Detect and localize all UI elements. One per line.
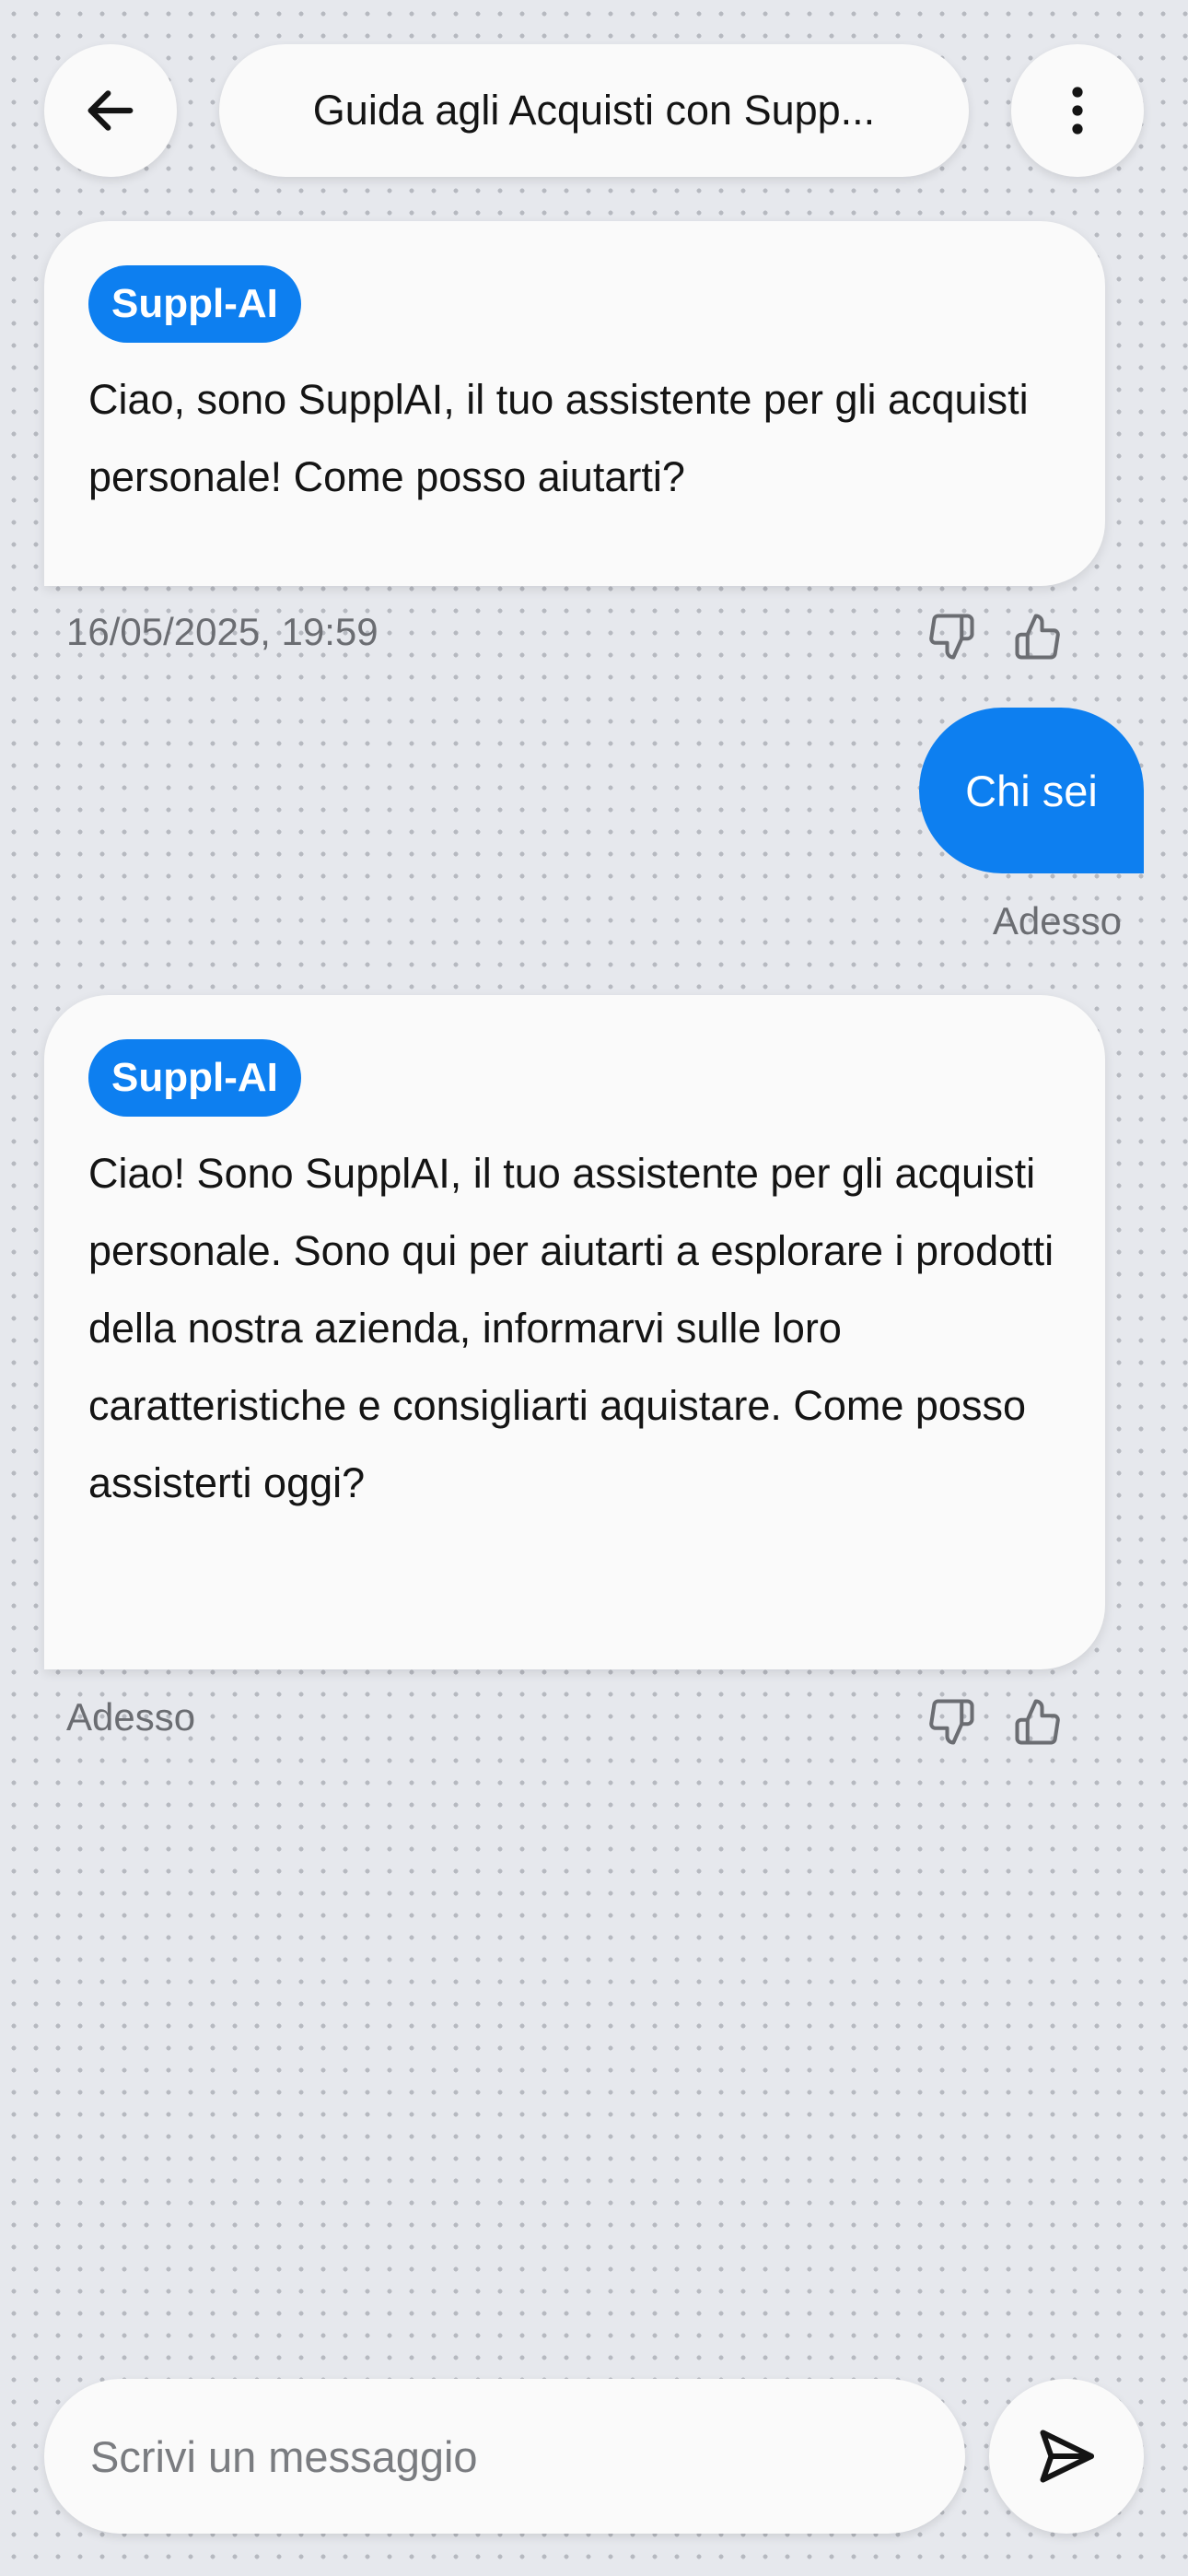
thumbs-down-icon[interactable]	[926, 1697, 976, 1747]
user-message: Chi sei	[919, 708, 1144, 873]
thumbs-down-icon[interactable]	[926, 612, 976, 662]
menu-button[interactable]	[1011, 44, 1144, 177]
bot-message: Suppl-AI Ciao! Sono SupplAI, il tuo assi…	[44, 995, 1105, 1669]
message-text: Ciao! Sono SupplAI, il tuo assistente pe…	[88, 1150, 1054, 1506]
chat-title-text: Guida agli Acquisti con Supp...	[312, 87, 876, 134]
message-timestamp: Adesso	[992, 899, 1122, 943]
sender-badge: Suppl-AI	[88, 265, 301, 343]
message-timestamp: Adesso	[66, 1695, 196, 1739]
message-text: Chi sei	[965, 766, 1098, 815]
message-input[interactable]	[88, 2430, 921, 2483]
thumbs-up-icon[interactable]	[1013, 1697, 1063, 1747]
more-vertical-icon	[1072, 87, 1083, 135]
chat-title[interactable]: Guida agli Acquisti con Supp...	[219, 44, 969, 177]
message-timestamp: 16/05/2025, 19:59	[66, 610, 379, 653]
back-button[interactable]	[44, 44, 177, 177]
bot-message: Suppl-AI Ciao, sono SupplAI, il tuo assi…	[44, 221, 1105, 586]
send-button[interactable]	[989, 2379, 1144, 2534]
arrow-left-icon	[87, 90, 134, 131]
sender-badge: Suppl-AI	[88, 1039, 301, 1117]
message-text: Ciao, sono SupplAI, il tuo assistente pe…	[88, 376, 1029, 500]
send-icon	[1040, 2430, 1094, 2483]
message-composer	[44, 2379, 965, 2534]
thumbs-up-icon[interactable]	[1013, 612, 1063, 662]
